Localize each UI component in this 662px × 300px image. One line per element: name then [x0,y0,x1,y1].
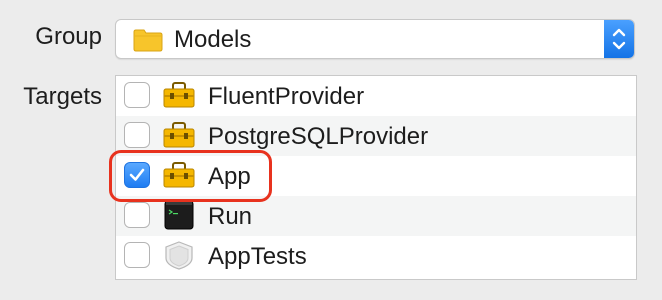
group-label: Group [35,23,102,50]
target-row-apptests[interactable]: AppTests [116,236,636,276]
chevron-up-down-icon [612,28,626,50]
target-label: Run [208,203,253,230]
toolbox-icon [163,122,195,148]
checkbox-run[interactable] [124,202,150,228]
target-row-app[interactable]: App [116,156,636,196]
targets-label: Targets [23,83,102,110]
targets-list: FluentProvider PostgreSQLProvider App Ru… [115,75,637,280]
target-label: FluentProvider [208,83,365,110]
checkbox-app[interactable] [124,162,150,188]
toolbox-icon [163,162,195,188]
toolbox-icon [163,82,195,108]
checkbox-postgresqlprovider[interactable] [124,122,150,148]
target-label: AppTests [208,243,307,270]
checkmark-icon [129,168,145,181]
target-row-fluentprovider[interactable]: FluentProvider [116,76,636,116]
group-popup-button[interactable]: Models [115,19,635,59]
target-label: PostgreSQLProvider [208,123,429,150]
target-label: App [208,163,251,190]
popup-stepper[interactable] [604,20,634,58]
group-value: Models [174,26,252,53]
target-row-run[interactable]: Run [116,196,636,236]
checkbox-apptests[interactable] [124,242,150,268]
test-bundle-icon [165,241,193,270]
target-row-postgresqlprovider[interactable]: PostgreSQLProvider [116,116,636,156]
folder-icon [133,29,163,52]
checkbox-fluentprovider[interactable] [124,82,150,108]
terminal-icon [164,200,194,230]
